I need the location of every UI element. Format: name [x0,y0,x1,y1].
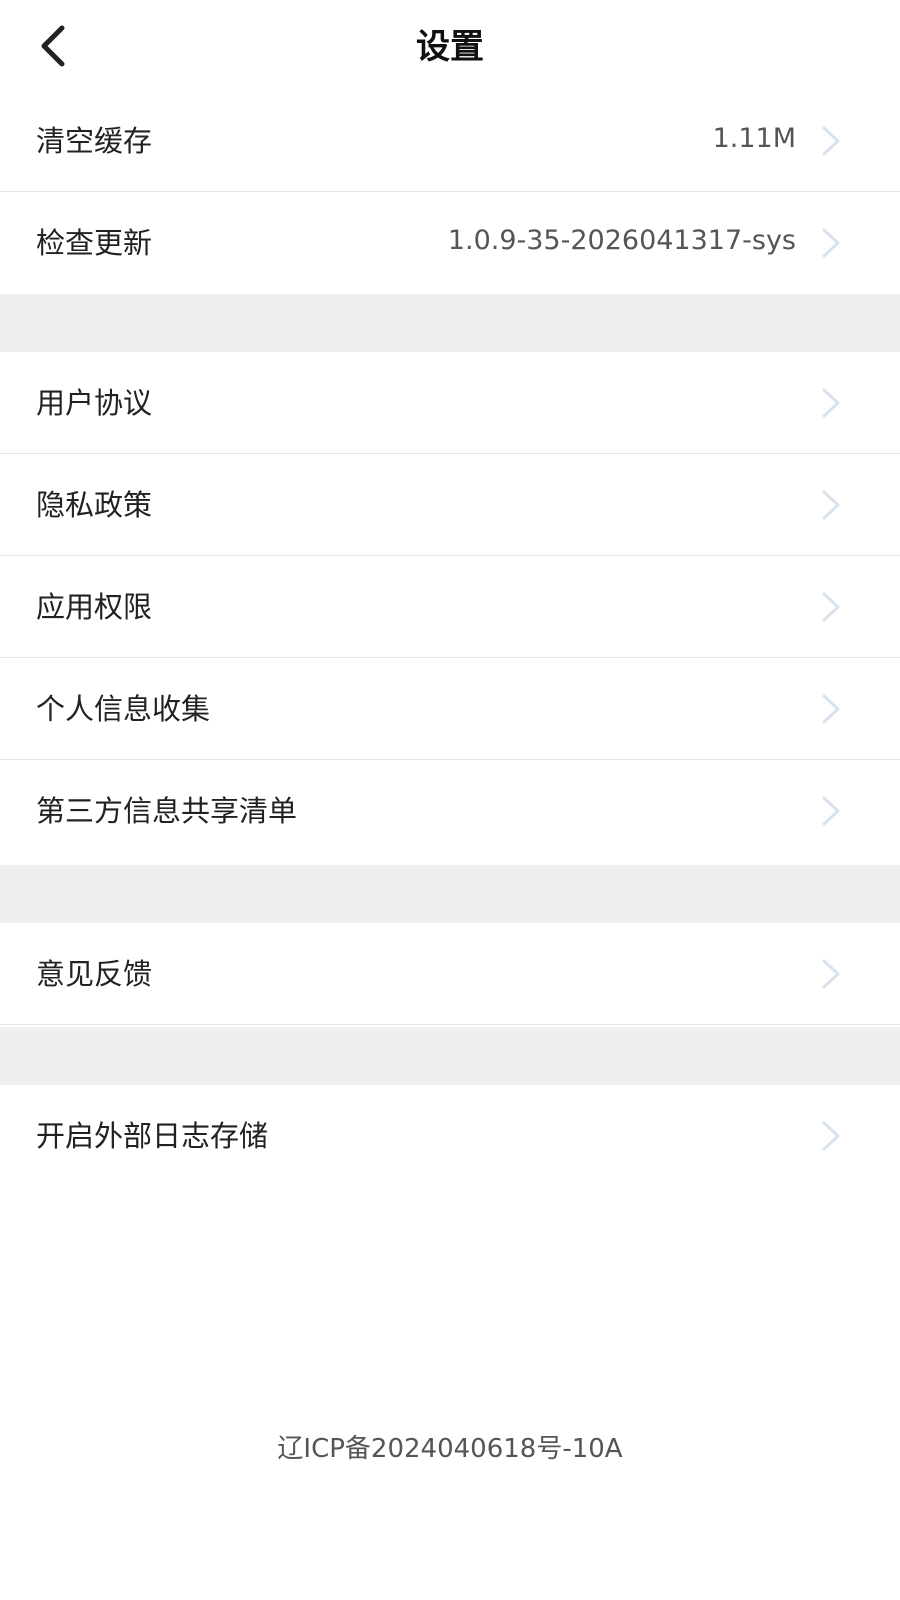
chevron-right-icon [822,959,840,989]
external-log-storage-label: 开启外部日志存储 [36,1119,269,1153]
chevron-right-icon [822,1121,840,1151]
chevron-right-icon [822,490,840,520]
settings-group-cache-update: 清空缓存 1.11M 检查更新 1.0.9-35-2026041317-sys [0,90,900,294]
feedback-row[interactable]: 意见反馈 [0,923,900,1025]
chevron-right-icon [822,228,840,258]
personal-info-collection-label: 个人信息收集 [36,692,211,726]
third-party-sharing-list-label: 第三方信息共享清单 [36,794,298,828]
section-gap [0,1027,900,1085]
chevron-right-icon [822,388,840,418]
settings-group-logging: 开启外部日志存储 [0,1085,900,1187]
third-party-sharing-list-row[interactable]: 第三方信息共享清单 [0,760,900,862]
app-permissions-label: 应用权限 [36,590,153,624]
settings-group-feedback: 意见反馈 [0,923,900,1025]
user-agreement-row[interactable]: 用户协议 [0,352,900,454]
chevron-right-icon [822,694,840,724]
section-gap [0,294,900,352]
personal-info-collection-row[interactable]: 个人信息收集 [0,658,900,760]
chevron-left-icon [41,25,65,67]
section-gap [0,865,900,923]
external-log-storage-row[interactable]: 开启外部日志存储 [0,1085,900,1187]
feedback-label: 意见反馈 [36,957,153,991]
back-button[interactable] [28,20,80,72]
check-update-row[interactable]: 检查更新 1.0.9-35-2026041317-sys [0,192,900,294]
icp-license-text: 辽ICP备2024040618号-10A [277,1434,623,1464]
privacy-policy-row[interactable]: 隐私政策 [0,454,900,556]
clear-cache-label: 清空缓存 [36,124,153,158]
cache-size-value: 1.11M [712,123,796,154]
app-version-value: 1.0.9-35-2026041317-sys [447,225,796,256]
privacy-policy-label: 隐私政策 [36,488,153,522]
settings-group-legal: 用户协议 隐私政策 应用权限 个人信息收集 第三方信息共享清单 [0,352,900,862]
check-update-label: 检查更新 [36,226,153,260]
app-permissions-row[interactable]: 应用权限 [0,556,900,658]
page-title: 设置 [416,27,484,67]
top-nav-bar: 设置 [0,0,900,95]
chevron-right-icon [822,126,840,156]
chevron-right-icon [822,592,840,622]
clear-cache-row[interactable]: 清空缓存 1.11M [0,90,900,192]
chevron-right-icon [822,796,840,826]
user-agreement-label: 用户协议 [36,386,153,420]
